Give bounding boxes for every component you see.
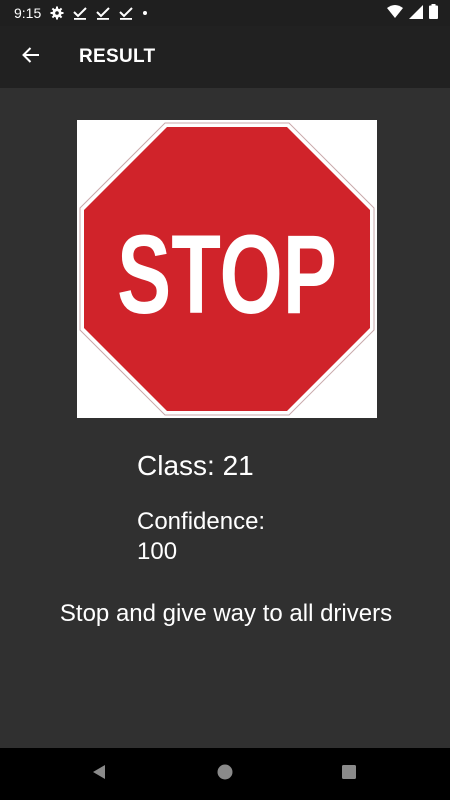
confidence-label: Confidence: <box>137 508 266 535</box>
nav-home-button[interactable] <box>195 748 255 800</box>
check-download-icon <box>73 6 87 20</box>
signal-icon <box>409 4 423 22</box>
dot-icon <box>142 10 148 16</box>
navigation-bar <box>0 748 450 800</box>
check-download-icon <box>96 6 110 20</box>
page-title: RESULT <box>79 46 156 67</box>
stop-sign-image: STOP <box>77 120 377 418</box>
nav-back-button[interactable] <box>69 748 129 800</box>
result-content: STOP Class: 21 Confidence: 100 Stop and … <box>0 88 450 748</box>
home-circle-icon <box>217 764 233 785</box>
status-bar: 9:15 <box>0 0 450 26</box>
nav-recents-button[interactable] <box>319 748 379 800</box>
confidence-value: 100 <box>137 538 178 565</box>
wifi-icon <box>387 5 403 21</box>
back-triangle-icon <box>91 764 107 785</box>
app-bar: RESULT <box>0 26 450 88</box>
recents-square-icon <box>341 764 357 785</box>
arrow-left-icon <box>22 46 40 68</box>
sign-description: Stop and give way to all drivers <box>59 600 393 627</box>
back-button[interactable] <box>13 39 49 75</box>
status-time: 9:15 <box>14 5 42 21</box>
class-label: Class: 21 <box>137 450 254 481</box>
gear-icon <box>50 6 64 20</box>
battery-icon <box>429 4 438 22</box>
check-download-icon <box>119 6 133 20</box>
stop-sign-text: STOP <box>117 212 337 337</box>
